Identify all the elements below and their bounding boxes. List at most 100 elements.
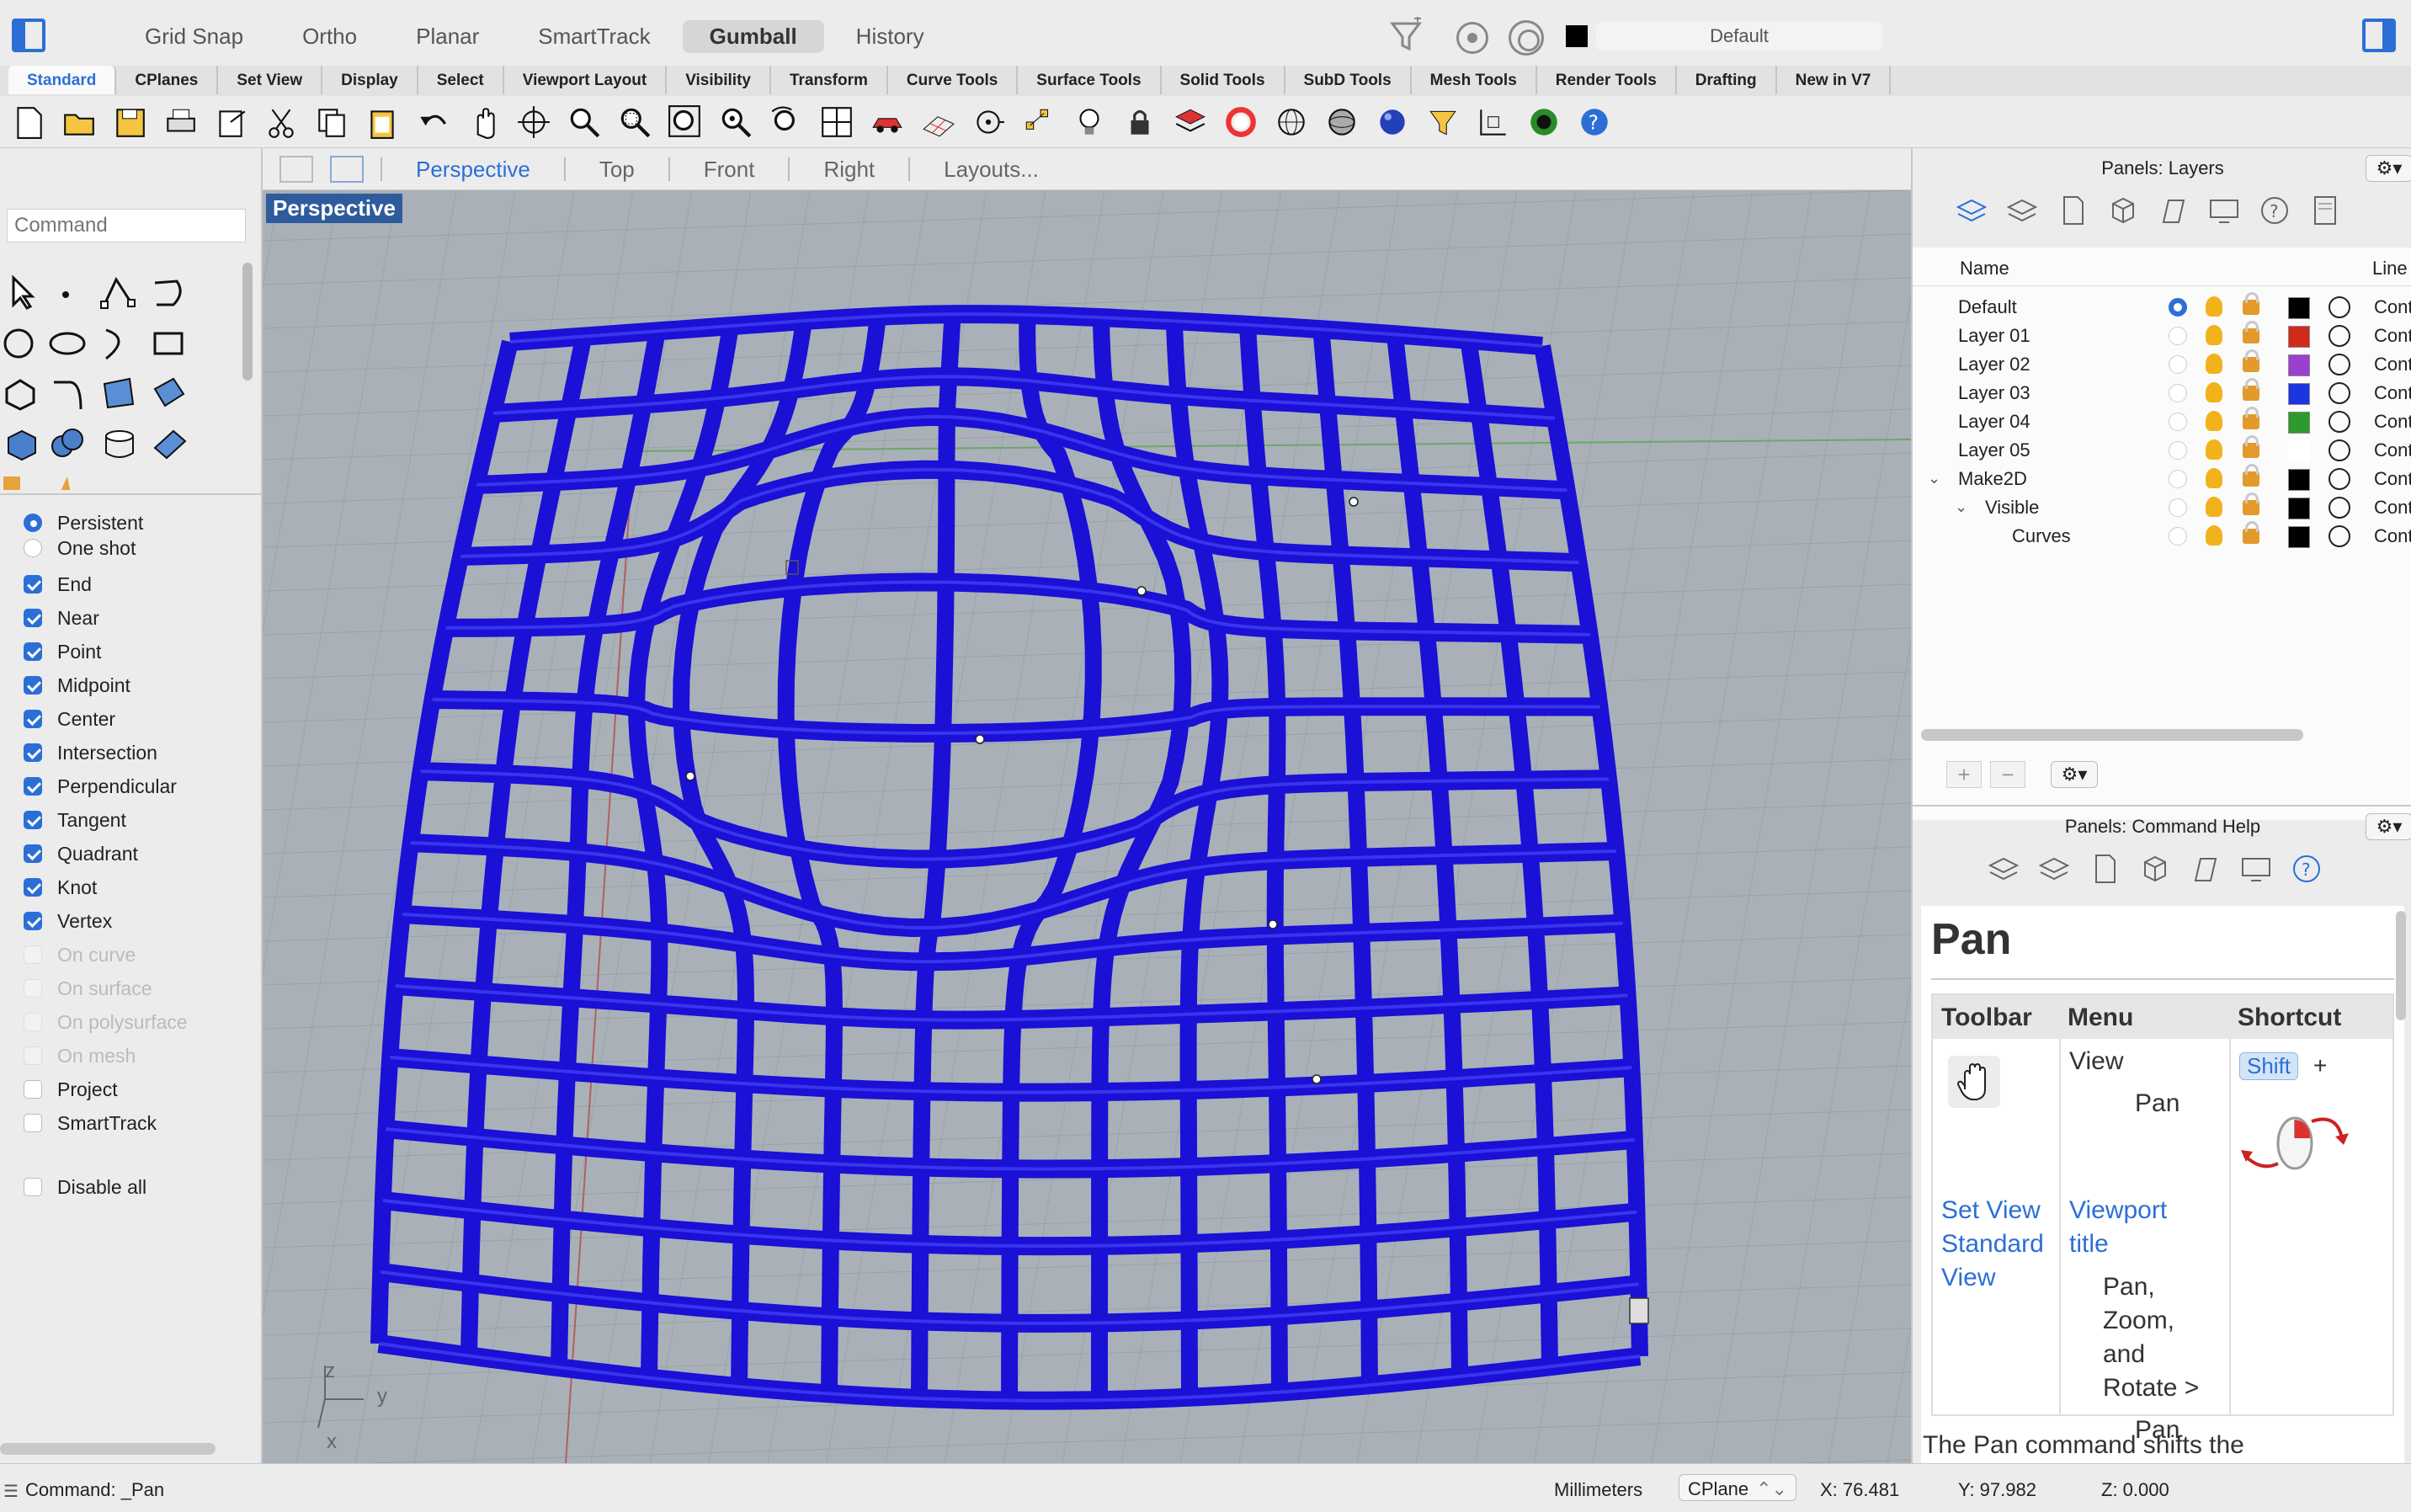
lock-icon[interactable] xyxy=(2243,521,2259,544)
zoom-selected-icon[interactable] xyxy=(711,98,761,146)
left-sidebar-toggle-icon[interactable] xyxy=(12,19,45,52)
globe-icon[interactable] xyxy=(1519,98,1569,146)
lock-icon[interactable] xyxy=(2243,292,2259,315)
surface-edit-icon[interactable] xyxy=(148,372,190,414)
osnap-mode-one-shot[interactable]: One shot xyxy=(0,535,261,561)
current-layer-radio[interactable] xyxy=(2169,413,2187,431)
near-checkbox[interactable] xyxy=(24,609,42,627)
layer-color-swatch[interactable] xyxy=(2288,469,2310,491)
new-file-icon[interactable] xyxy=(3,98,54,146)
layer-color-swatch[interactable] xyxy=(2288,297,2310,319)
surface-tool-icon[interactable] xyxy=(98,372,140,414)
viewport-tab-layouts[interactable]: Layouts... xyxy=(908,157,1072,181)
light-bulb-icon[interactable] xyxy=(2206,354,2222,374)
lock-icon[interactable] xyxy=(2243,378,2259,401)
lock-icon[interactable] xyxy=(2243,407,2259,429)
viewport-tab-front[interactable]: Front xyxy=(668,157,789,181)
objects-tab-icon[interactable] xyxy=(2005,194,2039,227)
layers-panel-gear-button[interactable]: ⚙▾ xyxy=(2366,155,2411,182)
layer-color-swatch[interactable] xyxy=(2288,526,2310,548)
select-arrow-icon[interactable] xyxy=(5,271,47,313)
arc-tool-icon[interactable] xyxy=(98,322,140,364)
tab-drafting[interactable]: Drafting xyxy=(1677,66,1777,94)
mode-grid-snap-button[interactable]: Grid Snap xyxy=(118,20,270,53)
perspective-viewport[interactable]: z y x Perspective xyxy=(263,190,1911,1463)
project-checkbox[interactable] xyxy=(24,1080,42,1099)
osnap-toggle-icon[interactable] xyxy=(1509,20,1544,56)
osnap-tangent[interactable]: Tangent xyxy=(0,803,261,837)
cut-icon[interactable] xyxy=(256,98,306,146)
current-layer-radio[interactable] xyxy=(2169,470,2187,488)
current-layer-radio[interactable] xyxy=(2169,441,2187,460)
tab-new-in-v7[interactable]: New in V7 xyxy=(1777,66,1892,94)
perpendicular-checkbox[interactable] xyxy=(24,777,42,796)
layers-tab-icon[interactable] xyxy=(1955,194,1988,227)
layer-name[interactable]: Default xyxy=(1958,296,2017,318)
tab-transform[interactable]: Transform xyxy=(771,66,888,94)
ellipse-tool-icon[interactable] xyxy=(47,322,89,364)
points-icon[interactable] xyxy=(1014,98,1064,146)
set-view-link[interactable]: Set View xyxy=(1941,1194,2041,1227)
cube-tab-icon[interactable] xyxy=(2106,194,2140,227)
transform-tool-icon[interactable] xyxy=(0,468,42,490)
tab-mesh-tools[interactable]: Mesh Tools xyxy=(1412,66,1537,94)
mode-smarttrack-button[interactable]: SmartTrack xyxy=(511,20,677,53)
layer-name[interactable]: Layer 01 xyxy=(1958,325,2030,347)
osnap-end[interactable]: End xyxy=(0,567,261,601)
mode-gumball-button[interactable]: Gumball xyxy=(682,20,824,53)
light-bulb-icon[interactable] xyxy=(1064,98,1115,146)
selection-filter-icon[interactable] xyxy=(1389,17,1423,54)
light-bulb-icon[interactable] xyxy=(2206,296,2222,317)
light-bulb-icon[interactable] xyxy=(2206,497,2222,517)
grid-dim-icon[interactable] xyxy=(1468,98,1519,146)
material-circle-icon[interactable] xyxy=(2329,411,2350,433)
layer-linetype[interactable]: Conti xyxy=(2374,525,2411,547)
layer-name[interactable]: Layer 02 xyxy=(1958,354,2030,375)
color-wheel-icon[interactable] xyxy=(1216,98,1266,146)
standard-link[interactable]: Standard xyxy=(1941,1227,2044,1261)
layer-row-default[interactable]: Default Conti xyxy=(1913,292,2411,322)
snap-icon[interactable] xyxy=(963,98,1014,146)
material-circle-icon[interactable] xyxy=(2329,296,2350,318)
layer-linetype-column-header[interactable]: Line xyxy=(2372,258,2408,280)
control-point[interactable] xyxy=(1312,1074,1322,1084)
zoom-icon[interactable] xyxy=(559,98,609,146)
tangent-checkbox[interactable] xyxy=(24,811,42,829)
layer-color-swatch[interactable] xyxy=(2288,440,2310,462)
viewport-canvas[interactable]: z y x xyxy=(263,190,1911,1463)
remove-layer-button[interactable]: − xyxy=(1990,761,2025,788)
tab-standard[interactable]: Standard xyxy=(8,66,117,94)
tab-viewport-layout[interactable]: Viewport Layout xyxy=(504,66,668,94)
layer-color-swatch[interactable] xyxy=(2288,412,2310,434)
smarttrack-checkbox[interactable] xyxy=(24,1114,42,1132)
osnap-near[interactable]: Near xyxy=(0,601,261,635)
layer-color-swatch[interactable] xyxy=(2288,354,2310,376)
layer-linetype[interactable]: Conti xyxy=(2374,411,2411,433)
left-panel-scrollbar[interactable] xyxy=(242,263,253,381)
zoom-extents-icon[interactable] xyxy=(660,98,711,146)
tab-cplanes[interactable]: CPlanes xyxy=(116,66,219,94)
control-point[interactable] xyxy=(1136,586,1147,596)
units-label[interactable]: Millimeters xyxy=(1554,1479,1642,1501)
help-properties-tab-icon[interactable] xyxy=(2189,852,2222,886)
tab-surface-tools[interactable]: Surface Tools xyxy=(1018,66,1162,94)
viewport-grid-icon[interactable] xyxy=(279,155,313,183)
save-icon[interactable] xyxy=(104,98,155,146)
title-link[interactable]: title xyxy=(2069,1227,2109,1261)
command-history-icon[interactable]: ☰ xyxy=(3,1481,19,1502)
viewport-tab-perspective[interactable]: Perspective xyxy=(381,157,564,181)
pan-hand-icon[interactable] xyxy=(1948,1056,2000,1108)
help-document-tab-icon[interactable] xyxy=(2088,852,2121,886)
lock-icon[interactable] xyxy=(2243,435,2259,458)
mode-history-button[interactable]: History xyxy=(829,20,951,53)
current-layer-radio[interactable] xyxy=(2169,498,2187,517)
layer-icon[interactable] xyxy=(1165,98,1216,146)
layer-color-swatch[interactable] xyxy=(2288,498,2310,519)
properties-tab-icon[interactable] xyxy=(2157,194,2190,227)
layer-color-swatch[interactable] xyxy=(2288,383,2310,405)
polyline-tool-icon[interactable] xyxy=(98,271,140,313)
osnap-center[interactable]: Center xyxy=(0,702,261,736)
tab-select[interactable]: Select xyxy=(418,66,504,94)
boolean-union-icon[interactable] xyxy=(47,423,89,465)
point-checkbox[interactable] xyxy=(24,642,42,661)
